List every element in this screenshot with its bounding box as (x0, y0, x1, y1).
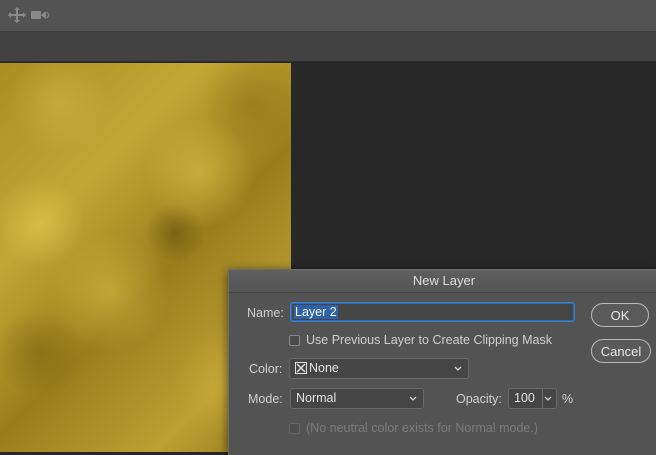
video-camera-icon[interactable] (30, 6, 50, 24)
opacity-field[interactable]: 100 (508, 388, 557, 409)
dialog-title: New Layer (229, 270, 656, 293)
mode-value: Normal (296, 391, 337, 405)
neutral-color-checkbox[interactable] (289, 423, 300, 434)
opacity-label: Opacity: (456, 392, 502, 406)
opacity-value: 100 (514, 391, 535, 405)
color-value: None (309, 361, 339, 375)
mode-select[interactable]: Normal (290, 388, 424, 409)
opacity-chevron-icon[interactable] (543, 392, 553, 404)
color-select[interactable]: None (289, 358, 469, 379)
layer-name-value: Layer 2 (294, 305, 338, 319)
no-color-swatch-icon (295, 362, 307, 374)
neutral-color-label: (No neutral color exists for Normal mode… (306, 421, 539, 435)
cancel-button[interactable]: Cancel (591, 339, 651, 363)
document-tab-bar (0, 32, 656, 62)
ok-button[interactable]: OK (591, 303, 649, 327)
layer-name-input[interactable]: Layer 2 (290, 302, 575, 322)
chevron-down-icon (453, 362, 463, 374)
color-label: Color: (249, 362, 283, 376)
name-label: Name: (247, 306, 284, 320)
new-layer-dialog: New Layer Name: Layer 2 Use Previous Lay… (228, 269, 656, 455)
clipping-mask-label: Use Previous Layer to Create Clipping Ma… (306, 333, 552, 347)
clipping-mask-checkbox[interactable] (289, 335, 300, 346)
mode-label: Mode: (248, 392, 283, 406)
options-bar (0, 0, 656, 32)
chevron-down-icon (408, 392, 418, 404)
opacity-unit: % (562, 392, 574, 406)
move-arrows-icon[interactable] (7, 6, 27, 24)
